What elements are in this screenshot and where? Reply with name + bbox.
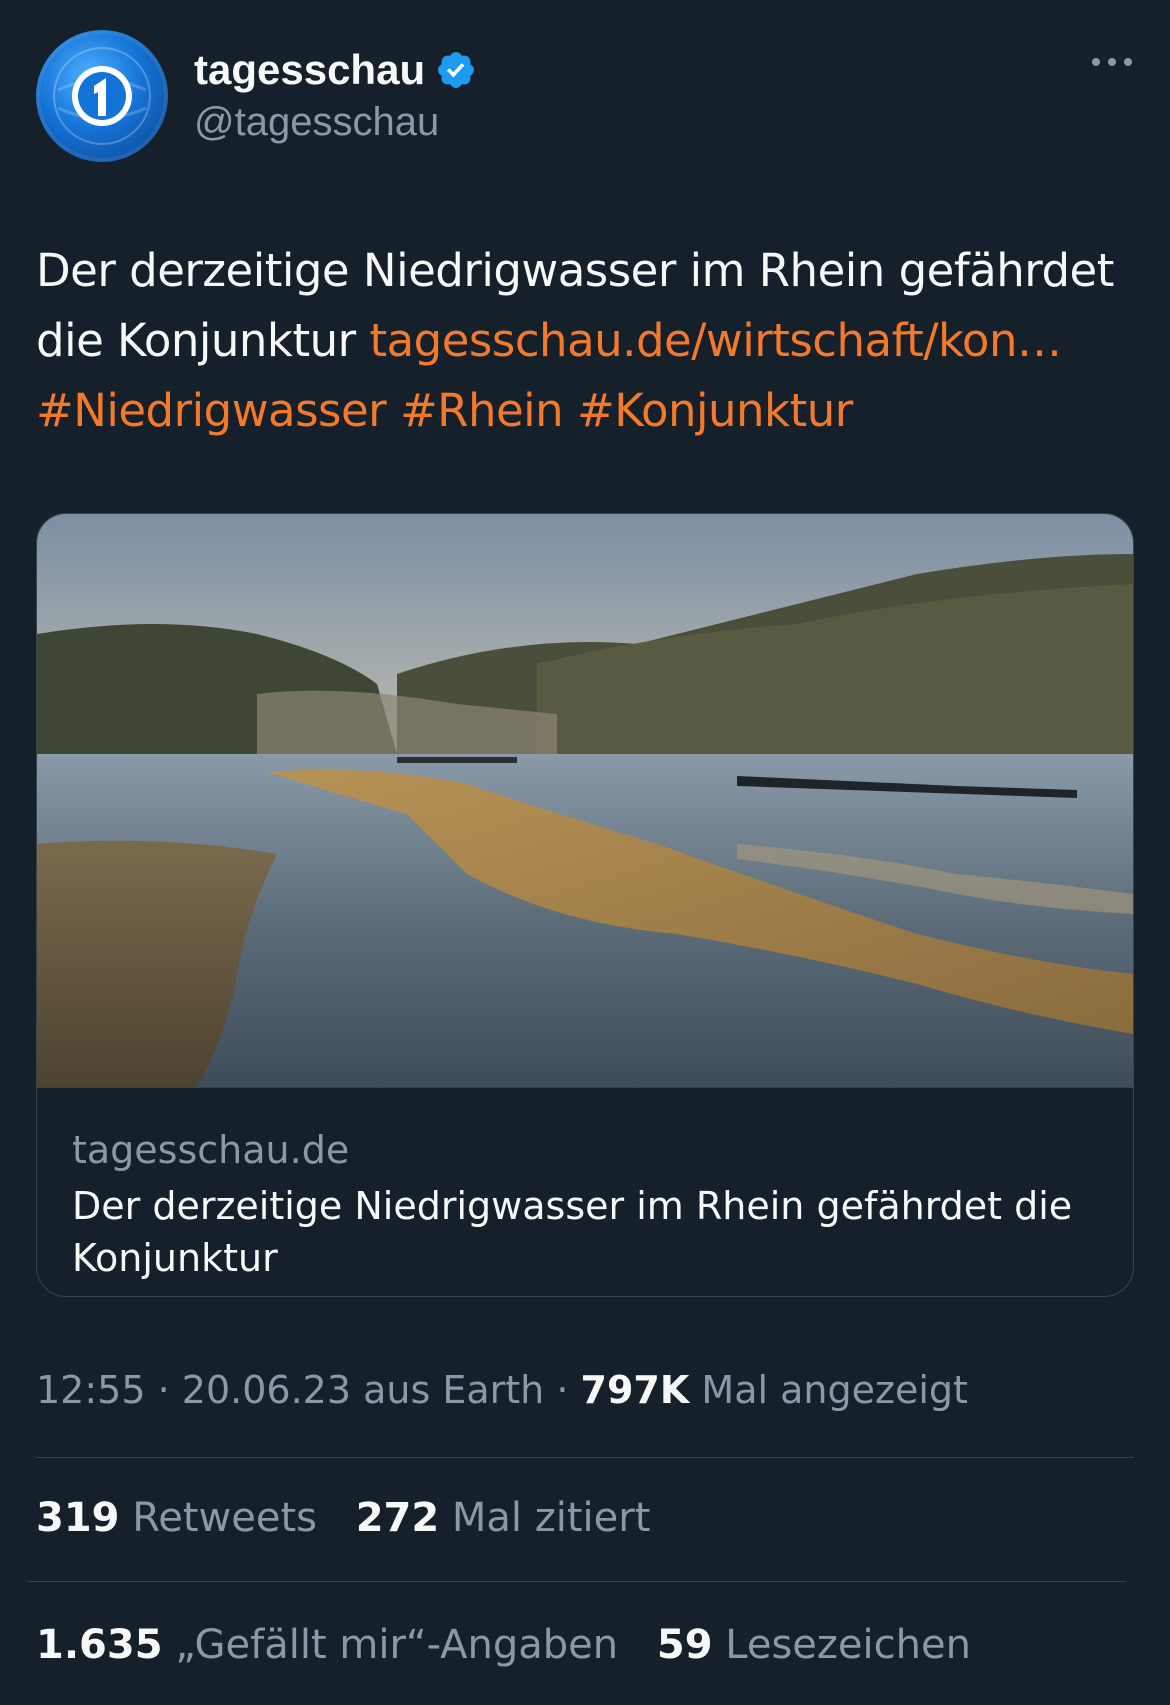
tweet-date[interactable]: 20.06.23 xyxy=(182,1368,351,1412)
likes-count: 1.635 xyxy=(36,1622,163,1668)
engagement-row-2: 1.635 „Gefällt mir“-Angaben 59 Lesezeich… xyxy=(36,1622,997,1668)
retweets-stat[interactable]: 319 Retweets xyxy=(36,1495,317,1541)
divider xyxy=(28,1581,1126,1582)
tweet-link[interactable]: tagesschau.de/wirtschaft/kon… xyxy=(369,314,1062,367)
views-count: 797K xyxy=(580,1368,690,1412)
tweet-source: aus Earth xyxy=(363,1368,545,1412)
tagesschau-logo-icon xyxy=(53,47,151,145)
bookmarks-label: Lesezeichen xyxy=(725,1622,971,1668)
likes-stat[interactable]: 1.635 „Gefällt mir“-Angaben xyxy=(36,1622,618,1668)
card-body[interactable]: tagesschau.de Der derzeitige Niedrigwass… xyxy=(37,1087,1133,1296)
bookmarks-stat[interactable]: 59 Lesezeichen xyxy=(657,1622,971,1668)
name-row: tagesschau xyxy=(194,40,477,100)
separator-dot: · xyxy=(556,1368,569,1412)
hashtag-niedrigwasser[interactable]: #Niedrigwasser xyxy=(36,384,387,437)
quotes-count: 272 xyxy=(355,1495,440,1541)
tweet-text-line-1: Der derzeitige Niedrigwasser im Rhein ge… xyxy=(36,244,1114,297)
handle[interactable]: @tagesschau xyxy=(194,100,439,145)
card-image-river-photo[interactable] xyxy=(37,514,1133,1087)
tweet-time[interactable]: 12:55 xyxy=(36,1368,146,1412)
divider xyxy=(36,1457,1134,1458)
display-name[interactable]: tagesschau xyxy=(194,46,425,94)
retweets-label: Retweets xyxy=(132,1495,317,1541)
avatar[interactable] xyxy=(36,30,168,162)
views-label: Mal angezeigt xyxy=(701,1368,968,1412)
verified-badge-icon xyxy=(438,52,475,88)
likes-label: „Gefällt mir“-Angaben xyxy=(175,1622,619,1668)
retweets-count: 319 xyxy=(36,1495,120,1541)
bookmarks-count: 59 xyxy=(656,1622,713,1668)
card-title: Der derzeitige Niedrigwasser im Rhein ge… xyxy=(72,1184,1073,1280)
quotes-label: Mal zitiert xyxy=(451,1495,651,1541)
hashtag-konjunktur[interactable]: #Konjunktur xyxy=(577,384,853,437)
more-options-icon[interactable] xyxy=(1088,52,1136,72)
link-card[interactable]: tagesschau.de Der derzeitige Niedrigwass… xyxy=(36,513,1134,1297)
hashtag-rhein[interactable]: #Rhein xyxy=(400,384,564,437)
card-domain: tagesschau.de xyxy=(72,1128,350,1172)
separator-dot: · xyxy=(157,1368,170,1412)
tweet-text: Der derzeitige Niedrigwasser im Rhein ge… xyxy=(36,236,1136,446)
engagement-row-1: 319 Retweets 272 Mal zitiert xyxy=(36,1495,676,1541)
tweet-text-line-2: die Konjunktur xyxy=(36,314,370,367)
tweet-meta: 12:55 · 20.06.23 aus Earth · 797K Mal an… xyxy=(36,1368,968,1412)
quotes-stat[interactable]: 272 Mal zitiert xyxy=(356,1495,651,1541)
tweet-header: tagesschau @tagesschau xyxy=(36,30,1136,162)
